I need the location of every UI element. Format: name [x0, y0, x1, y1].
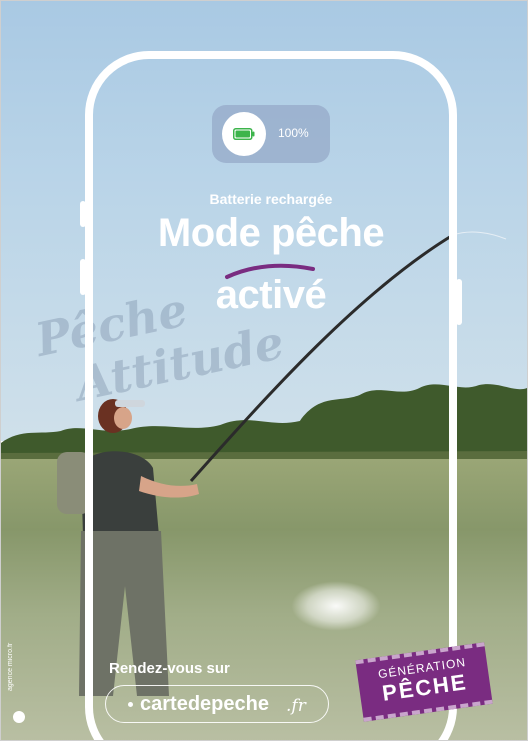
poster: Pêche Attitude 100% Batterie rechargée M… — [0, 0, 528, 741]
website-link[interactable]: cartedepeche .fr — [105, 685, 329, 723]
headline-subtitle: Batterie rechargée — [209, 191, 333, 207]
agency-logo-icon — [13, 711, 25, 723]
website-url: cartedepeche — [140, 693, 269, 715]
phone-side-button — [456, 279, 462, 325]
battery-icon — [233, 128, 255, 140]
website-suffix: .fr — [286, 696, 306, 716]
bullet-icon — [128, 702, 133, 707]
headline-line-1: Mode pêche — [157, 211, 385, 255]
headline-line-2: activé — [215, 273, 327, 317]
phone-side-button — [80, 259, 86, 295]
phone-side-button — [80, 201, 86, 227]
cta-label: Rendez-vous sur — [109, 660, 230, 677]
battery-status-pill: 100% — [212, 105, 330, 163]
battery-circle — [222, 112, 266, 156]
battery-percent-label: 100% — [278, 126, 309, 140]
agency-credit: agence micro.fr — [7, 642, 14, 691]
